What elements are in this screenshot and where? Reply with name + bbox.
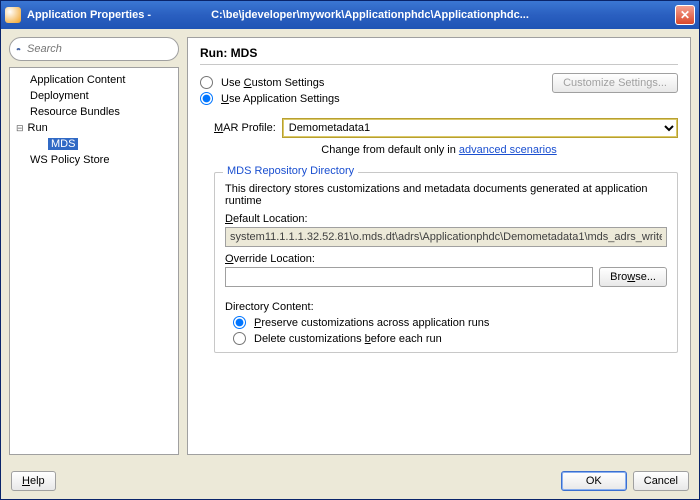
mds-repo-group: MDS Repository Directory This directory …: [214, 172, 678, 353]
mds-repo-desc: This directory stores customizations and…: [225, 183, 667, 207]
titlebar: Application Properties - C:\be\jdevelope…: [1, 1, 699, 29]
radio-preserve[interactable]: Preserve customizations across applicati…: [233, 316, 667, 329]
advanced-scenarios-link[interactable]: advanced scenarios: [459, 144, 557, 156]
cancel-button[interactable]: Cancel: [633, 471, 689, 491]
tree-item-run[interactable]: Run: [12, 120, 176, 136]
default-location-label: Default Location:: [225, 213, 667, 225]
mar-hint-text: Change from default only in: [321, 144, 459, 156]
radio-delete-label: Delete customizations before each run: [254, 333, 442, 345]
mar-profile-select[interactable]: Demometadata1: [282, 118, 678, 138]
radio-use-custom-input[interactable]: [200, 76, 213, 89]
dialog-window: Application Properties - C:\be\jdevelope…: [0, 0, 700, 500]
main-panel: Run: MDS Use Custom Settings Use Applica…: [187, 37, 691, 455]
mar-profile-label: MAR Profile:: [214, 122, 276, 134]
tree-item-ws-policy-store[interactable]: WS Policy Store: [12, 152, 176, 168]
help-button[interactable]: Help: [11, 471, 56, 491]
customize-settings-button: Customize Settings...: [552, 73, 678, 93]
radio-use-application[interactable]: Use Application Settings: [200, 92, 340, 105]
radio-preserve-input[interactable]: [233, 316, 246, 329]
override-location-field[interactable]: [225, 267, 593, 287]
page-title: Run: MDS: [200, 46, 678, 65]
radio-use-application-input[interactable]: [200, 92, 213, 105]
browse-button[interactable]: Browse...: [599, 267, 667, 287]
settings-radio-group: Use Custom Settings Use Application Sett…: [200, 73, 340, 108]
app-icon: [5, 7, 21, 23]
radio-delete[interactable]: Delete customizations before each run: [233, 332, 667, 345]
search-input[interactable]: [25, 42, 172, 56]
tree-item-deployment[interactable]: Deployment: [12, 88, 176, 104]
dialog-footer: Help OK Cancel: [1, 463, 699, 499]
tree-item-mds[interactable]: MDS: [12, 136, 176, 152]
dialog-body: Application Content Deployment Resource …: [1, 29, 699, 463]
tree-item-resource-bundles[interactable]: Resource Bundles: [12, 104, 176, 120]
mar-profile-combo[interactable]: Demometadata1: [282, 118, 678, 138]
window-title-path: C:\be\jdeveloper\mywork\Applicationphdc\…: [211, 9, 675, 21]
radio-delete-input[interactable]: [233, 332, 246, 345]
radio-use-application-label: Use Application Settings: [221, 93, 340, 105]
default-location-field: [225, 227, 667, 247]
settings-top-row: Use Custom Settings Use Application Sett…: [200, 73, 678, 108]
override-location-label: Override Location:: [225, 253, 667, 265]
directory-content-label: Directory Content:: [225, 301, 667, 313]
radio-use-custom-label: Use Custom Settings: [221, 77, 324, 89]
mar-hint: Change from default only in advanced sce…: [200, 144, 678, 156]
nav-tree: Application Content Deployment Resource …: [9, 67, 179, 455]
override-row: Browse...: [225, 267, 667, 287]
search-field[interactable]: [9, 37, 179, 61]
window-title: Application Properties -: [27, 9, 151, 21]
mar-profile-row: MAR Profile: Demometadata1: [214, 118, 678, 138]
radio-preserve-label: Preserve customizations across applicati…: [254, 317, 489, 329]
sidebar: Application Content Deployment Resource …: [9, 37, 179, 455]
mds-repo-group-title: MDS Repository Directory: [223, 165, 358, 177]
ok-button[interactable]: OK: [561, 471, 627, 491]
binoculars-icon: [16, 42, 21, 56]
radio-use-custom[interactable]: Use Custom Settings: [200, 76, 340, 89]
close-icon[interactable]: ✕: [675, 5, 695, 25]
tree-item-application-content[interactable]: Application Content: [12, 72, 176, 88]
